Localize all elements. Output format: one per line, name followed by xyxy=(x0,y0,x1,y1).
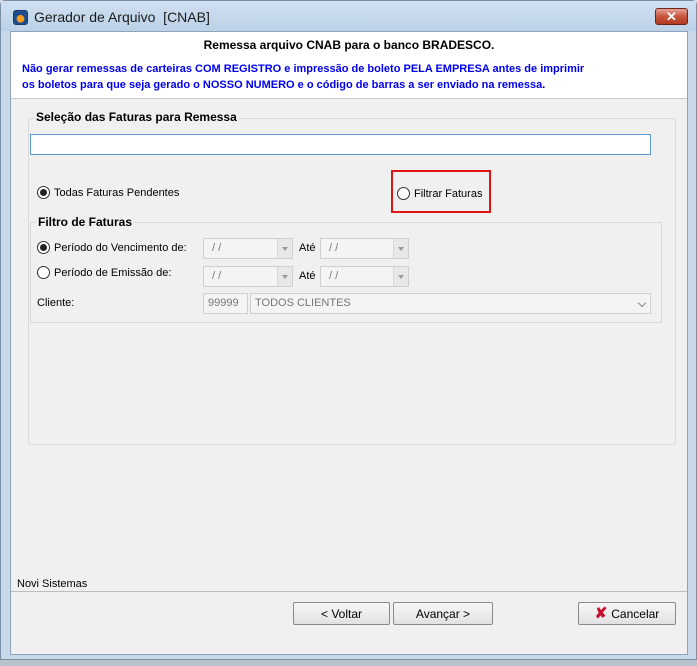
dropdown-arrow-icon[interactable] xyxy=(393,267,408,286)
dialog-client-area: Remessa arquivo CNAB para o banco BRADES… xyxy=(10,31,688,655)
client-code-field[interactable]: 99999 xyxy=(203,293,248,314)
close-x-icon: ✘ xyxy=(594,605,608,622)
issue-date-to[interactable]: / / xyxy=(320,266,409,287)
due-ate-label: Até xyxy=(299,242,316,254)
issue-date-from[interactable]: / / xyxy=(203,266,293,287)
header-panel: Remessa arquivo CNAB para o banco BRADES… xyxy=(11,32,687,99)
cancel-button[interactable]: ✘ Cancelar xyxy=(578,602,676,625)
dropdown-arrow-icon[interactable] xyxy=(277,267,292,286)
next-button-label: Avançar > xyxy=(415,606,471,621)
selection-group-label: Seleção das Faturas para Remessa xyxy=(34,110,239,124)
radio-filter-invoices-label: Filtrar Faturas xyxy=(414,187,483,200)
dropdown-arrow-icon[interactable] xyxy=(277,239,292,258)
header-title: Remessa arquivo CNAB para o banco BRADES… xyxy=(203,38,495,52)
back-button-label: < Voltar xyxy=(320,606,363,621)
radio-issue-period-dot[interactable] xyxy=(37,266,50,279)
search-input[interactable] xyxy=(30,134,651,155)
footer-divider xyxy=(11,591,687,592)
issue-ate-label: Até xyxy=(299,270,316,282)
dropdown-arrow-icon[interactable] xyxy=(393,239,408,258)
company-label: Novi Sistemas xyxy=(17,578,88,590)
due-date-from[interactable]: / / xyxy=(203,238,293,259)
window-title: Gerador de Arquivo [CNAB] xyxy=(34,9,210,25)
radio-filter-invoices[interactable]: Filtrar Faturas xyxy=(397,187,482,200)
client-select-value: TODOS CLIENTES xyxy=(255,297,351,309)
radio-all-pending[interactable]: Todas Faturas Pendentes xyxy=(37,186,179,199)
cnab-generator-window: Gerador de Arquivo [CNAB] ✕ Remessa arqu… xyxy=(0,0,697,660)
radio-due-period-dot[interactable] xyxy=(37,241,50,254)
warning-line-2: os boletos para que seja gerado o NOSSO … xyxy=(22,79,546,91)
back-button[interactable]: < Voltar xyxy=(293,602,390,625)
next-button[interactable]: Avançar > xyxy=(393,602,493,625)
cancel-button-label: Cancelar xyxy=(611,606,660,621)
title-bar[interactable]: Gerador de Arquivo [CNAB] ✕ xyxy=(1,1,696,31)
due-date-to[interactable]: / / xyxy=(320,238,409,259)
chevron-down-icon[interactable] xyxy=(637,298,647,308)
radio-due-period-label: Período do Vencimento de: xyxy=(54,241,187,254)
radio-issue-period-label: Período de Emissão de: xyxy=(54,266,172,279)
filter-group-label: Filtro de Faturas xyxy=(36,215,135,229)
client-label: Cliente: xyxy=(37,297,75,309)
radio-all-pending-dot[interactable] xyxy=(37,186,50,199)
warning-line-1: Não gerar remessas de carteiras COM REGI… xyxy=(22,63,585,75)
close-button[interactable]: ✕ xyxy=(655,8,688,25)
header-warning: Não gerar remessas de carteiras COM REGI… xyxy=(22,61,662,93)
app-icon xyxy=(13,10,28,25)
radio-filter-invoices-dot[interactable] xyxy=(397,187,410,200)
client-select[interactable]: TODOS CLIENTES xyxy=(250,293,651,314)
desktop-strip xyxy=(0,660,697,666)
radio-all-pending-label: Todas Faturas Pendentes xyxy=(54,186,180,199)
radio-issue-period[interactable]: Período de Emissão de: xyxy=(37,266,171,279)
radio-due-period[interactable]: Período do Vencimento de: xyxy=(37,241,187,254)
